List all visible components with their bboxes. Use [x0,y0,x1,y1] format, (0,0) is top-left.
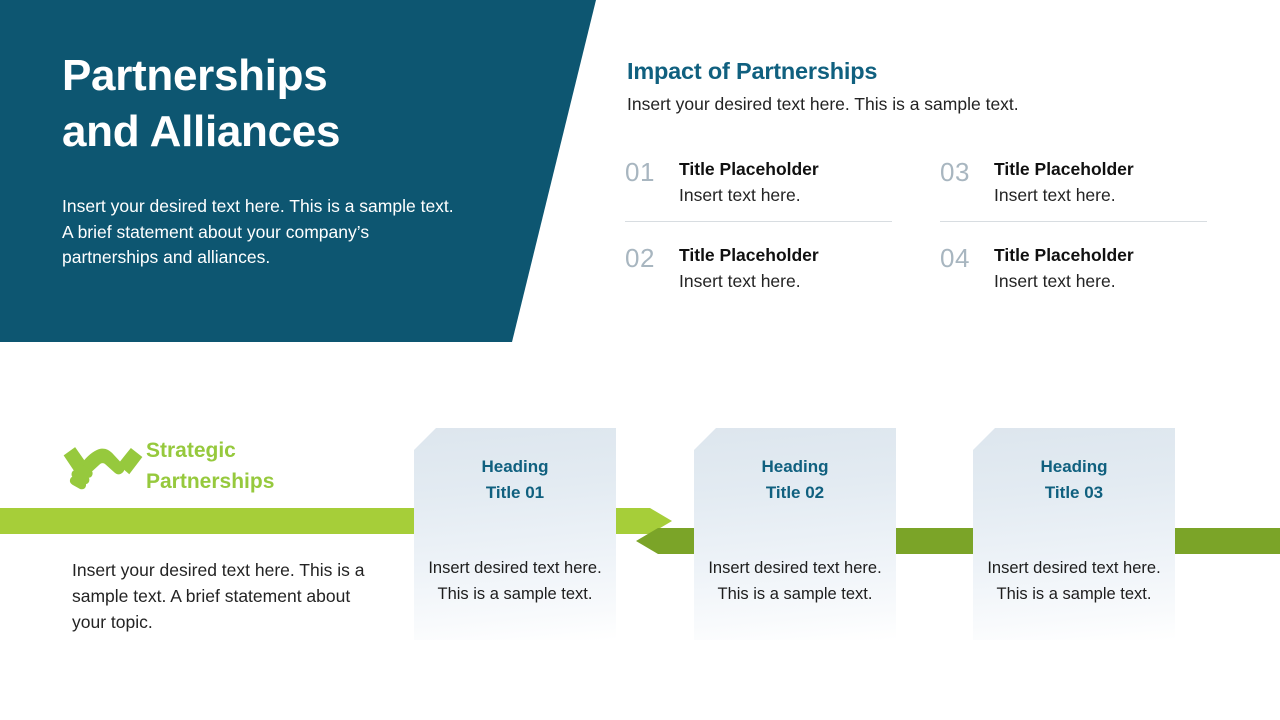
impact-item-01[interactable]: 01 Title Placeholder Insert text here. [625,158,892,222]
impact-item-description: Insert text here. [994,185,1116,205]
hero-subtitle: Insert your desired text here. This is a… [62,196,454,267]
impact-items-grid: 01 Title Placeholder Insert text here. 0… [625,158,1225,307]
impact-item-title: Title Placeholder [679,245,819,265]
info-card-01[interactable]: Heading Title 01 Insert desired text her… [414,428,616,640]
section-title-impact: Impact of Partnerships [627,58,878,84]
impact-item-number: 01 [625,157,655,187]
page-title: Partnerships and Alliances [62,51,341,156]
impact-item-02[interactable]: 02 Title Placeholder Insert text here. [625,244,892,307]
card-body-text: Insert desired text here. This is a samp… [987,559,1161,603]
impact-item-title: Title Placeholder [994,159,1134,179]
impact-item-number: 02 [625,243,655,273]
card-body-text: Insert desired text here. This is a samp… [708,559,882,603]
impact-item-number: 03 [940,157,970,187]
impact-item-number: 04 [940,243,970,273]
impact-item-03[interactable]: 03 Title Placeholder Insert text here. [940,158,1207,222]
impact-item-description: Insert text here. [679,271,801,291]
slide-canvas: Partnerships and Alliances Insert your d… [0,0,1280,720]
impact-item-description: Insert text here. [679,185,801,205]
strategic-partnerships-text: Insert your desired text here. This is a… [72,560,365,632]
info-card-02[interactable]: Heading Title 02 Insert desired text her… [694,428,896,640]
grid-spacer [892,158,940,244]
impact-item-title: Title Placeholder [994,245,1134,265]
section-subtitle-impact: Insert your desired text here. This is a… [627,94,1019,114]
impact-item-description: Insert text here. [994,271,1116,291]
grid-spacer [892,244,940,307]
card-heading: Heading Title 01 [481,457,549,502]
impact-item-04[interactable]: 04 Title Placeholder Insert text here. [940,244,1207,307]
impact-item-title: Title Placeholder [679,159,819,179]
card-heading: Heading Title 02 [761,457,829,502]
card-heading: Heading Title 03 [1040,457,1108,502]
handshake-icon [62,437,144,495]
strategic-partnerships-label: Strategic Partnerships [146,439,275,493]
info-card-03[interactable]: Heading Title 03 Insert desired text her… [973,428,1175,640]
card-body-text: Insert desired text here. This is a samp… [428,559,602,603]
